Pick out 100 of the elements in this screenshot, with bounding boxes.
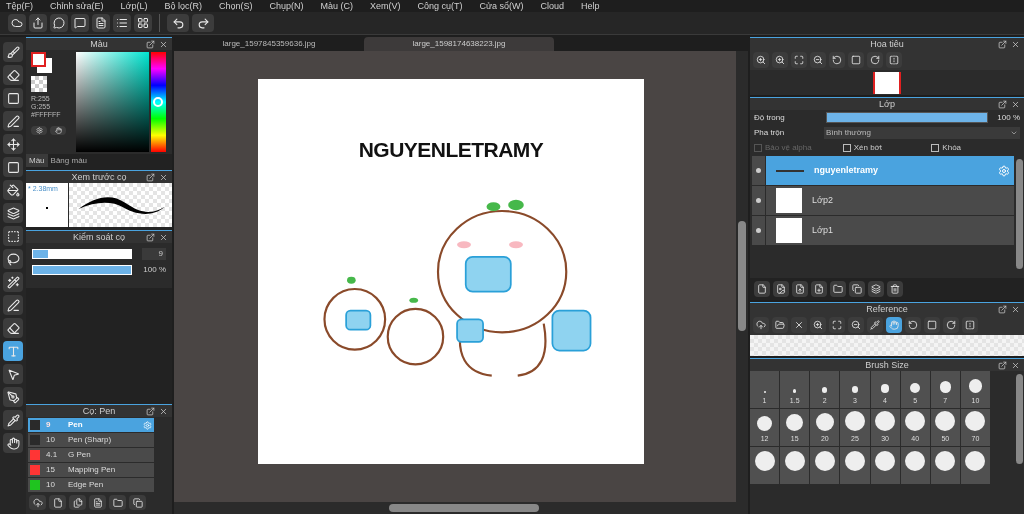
undo-button[interactable] (167, 14, 189, 32)
brush-list-item[interactable]: 15 Mapping Pen (28, 463, 154, 477)
menu-item[interactable]: Chỉnh sửa(E) (50, 1, 104, 11)
square-icon[interactable] (848, 52, 864, 68)
eraser-icon[interactable] (3, 65, 23, 85)
navigator-thumbnail[interactable] (873, 71, 901, 94)
line-pen-icon[interactable] (3, 111, 23, 131)
menu-item[interactable]: Cloud (540, 1, 565, 11)
menu-item[interactable]: Màu (C) (320, 1, 354, 11)
pen-nib-icon[interactable] (3, 387, 23, 407)
zoom-icon[interactable] (753, 52, 769, 68)
text-icon[interactable] (3, 341, 23, 361)
folder-icon[interactable] (109, 495, 126, 510)
menu-item[interactable]: Help (581, 1, 600, 11)
eyedropper-icon[interactable] (3, 410, 23, 430)
zoom-in-icon[interactable] (810, 317, 826, 333)
brush-size-cell[interactable] (780, 447, 810, 484)
zoom-out-icon[interactable] (848, 317, 864, 333)
brush-size-cell[interactable] (840, 447, 870, 484)
lasso-icon[interactable] (3, 249, 23, 269)
undock-icon[interactable] (146, 172, 155, 182)
undock-icon[interactable] (998, 99, 1007, 109)
speech-bubble-icon[interactable] (50, 14, 68, 32)
image-layer-icon[interactable] (773, 281, 789, 297)
rotate-left-icon[interactable] (905, 317, 921, 333)
brush-size-cell[interactable] (900, 447, 930, 484)
fit-icon[interactable] (829, 317, 845, 333)
blend-dropdown[interactable]: Bình thường (824, 126, 1020, 139)
share-icon[interactable] (29, 14, 47, 32)
menu-item[interactable]: Xem(V) (370, 1, 401, 11)
layers-icon[interactable] (3, 203, 23, 223)
undock-icon[interactable] (146, 406, 155, 416)
square-icon[interactable] (3, 157, 23, 177)
eyedropper-icon[interactable] (867, 317, 883, 333)
folder-icon[interactable] (830, 281, 846, 297)
document-icon[interactable] (92, 14, 110, 32)
color-swatches-drawing[interactable] (31, 52, 52, 73)
copy-icon[interactable] (129, 495, 146, 510)
dashed-square-icon[interactable] (3, 226, 23, 246)
new-layer-icon[interactable] (754, 281, 770, 297)
eraser-icon[interactable] (3, 318, 23, 338)
brush-size-cell[interactable] (810, 447, 840, 484)
square-icon[interactable] (924, 317, 940, 333)
message-icon[interactable] (71, 14, 89, 32)
menu-item[interactable]: Công cụ(T) (417, 1, 463, 11)
size-slider[interactable] (32, 249, 132, 259)
hue-bar[interactable] (151, 52, 166, 152)
brush-list-item[interactable]: 10 Edge Pen (28, 478, 154, 492)
hand-icon[interactable] (886, 317, 902, 333)
zoom-out-icon[interactable] (810, 52, 826, 68)
close-icon[interactable] (1011, 304, 1020, 314)
rotate-left-icon[interactable] (829, 52, 845, 68)
close-icon[interactable] (791, 317, 807, 333)
hue-thumb[interactable] (153, 97, 163, 107)
rotate-right-icon[interactable] (867, 52, 883, 68)
close-icon[interactable] (159, 232, 168, 242)
brush-list-item[interactable]: 4.1 G Pen (28, 448, 154, 462)
visibility-toggle[interactable] (752, 216, 765, 245)
undock-icon[interactable] (998, 39, 1007, 49)
close-icon[interactable] (159, 39, 168, 49)
list-icon[interactable] (113, 14, 131, 32)
undock-icon[interactable] (146, 39, 155, 49)
cloud-upload-icon[interactable] (753, 317, 769, 333)
transparent-swatch[interactable] (31, 76, 47, 92)
bucket-icon[interactable] (3, 180, 23, 200)
close-icon[interactable] (159, 406, 168, 416)
pointer-icon[interactable] (3, 364, 23, 384)
close-icon[interactable] (1011, 360, 1020, 370)
close-icon[interactable] (1011, 39, 1020, 49)
layer-row[interactable]: Lớp1 (766, 216, 1014, 245)
documents-icon[interactable] (69, 495, 86, 510)
brush-list-item[interactable]: 10 Pen (Sharp) (28, 433, 154, 447)
wand-icon[interactable] (3, 272, 23, 292)
cloud-icon[interactable] (8, 14, 26, 32)
undock-icon[interactable] (146, 232, 155, 242)
menu-item[interactable]: Bộ lọc(R) (164, 1, 202, 11)
move-icon[interactable] (3, 134, 23, 154)
brush-size-cell[interactable] (750, 447, 780, 484)
visibility-toggle[interactable] (752, 156, 765, 185)
brush-size-cell[interactable] (960, 447, 990, 484)
zoom-in-icon[interactable] (772, 52, 788, 68)
menu-item[interactable]: Lớp(L) (120, 1, 148, 11)
upload-layer-icon[interactable] (792, 281, 808, 297)
menu-item[interactable]: Tệp(F) (6, 1, 33, 11)
fit-icon[interactable] (791, 52, 807, 68)
brush-icon[interactable] (3, 42, 23, 62)
panel-tab[interactable]: Màu (26, 154, 48, 167)
menu-item[interactable]: Chụp(N) (269, 1, 304, 11)
layer-scrollbar-thumb[interactable] (1015, 159, 1023, 269)
folder-icon[interactable] (772, 317, 788, 333)
rotate-right-icon[interactable] (943, 317, 959, 333)
visibility-toggle[interactable] (752, 186, 765, 215)
add-layer-icon[interactable] (811, 281, 827, 297)
size-value[interactable]: 9 (142, 248, 166, 260)
document-icon[interactable] (49, 495, 66, 510)
document-tab[interactable]: large_1598174638223.jpg (364, 37, 554, 51)
layer-row[interactable]: Lớp2 (766, 186, 1014, 215)
cloud-upload-icon[interactable] (29, 495, 46, 510)
menu-item[interactable]: Cửa sổ(W) (479, 1, 524, 11)
saturation-square[interactable] (76, 52, 149, 152)
